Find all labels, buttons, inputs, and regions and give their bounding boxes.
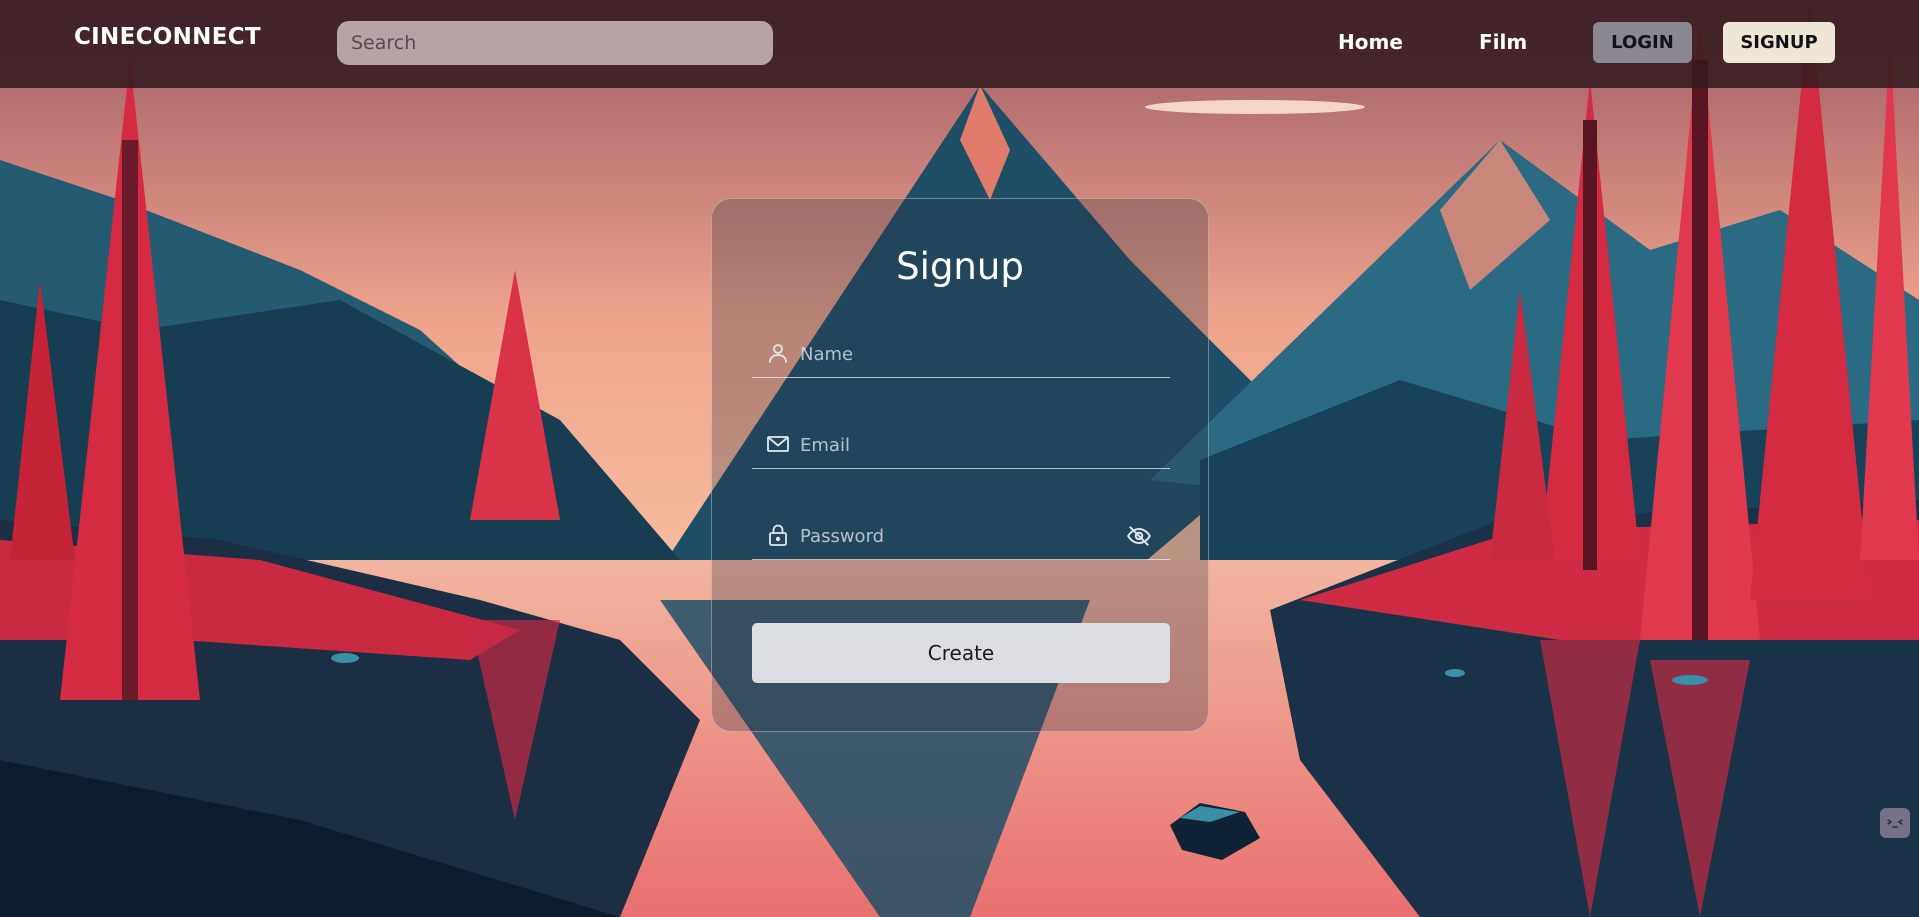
lock-icon xyxy=(766,523,790,547)
signup-card: Signup Name Email Create xyxy=(711,198,1209,732)
signup-button[interactable]: SIGNUP xyxy=(1723,22,1835,63)
brand-logo[interactable]: CINECONNECT xyxy=(74,24,261,50)
form-title: Signup xyxy=(896,245,1024,288)
mail-icon xyxy=(766,432,790,456)
email-input[interactable] xyxy=(800,428,1130,462)
email-field xyxy=(752,424,1170,469)
name-field xyxy=(752,333,1170,378)
user-icon xyxy=(766,341,790,365)
password-input[interactable] xyxy=(800,519,1130,553)
name-input[interactable] xyxy=(800,337,1130,371)
cat-face-icon[interactable] xyxy=(1880,808,1910,838)
eye-off-icon[interactable] xyxy=(1126,523,1152,549)
password-field xyxy=(752,515,1170,560)
create-button[interactable]: Create xyxy=(752,623,1170,683)
nav-link-home[interactable]: Home xyxy=(1338,30,1403,54)
login-button[interactable]: LOGIN xyxy=(1593,22,1692,63)
search-input[interactable] xyxy=(337,21,773,65)
nav-link-film[interactable]: Film xyxy=(1479,30,1527,54)
navbar: CINECONNECT Home Film LOGIN SIGNUP xyxy=(0,0,1919,88)
